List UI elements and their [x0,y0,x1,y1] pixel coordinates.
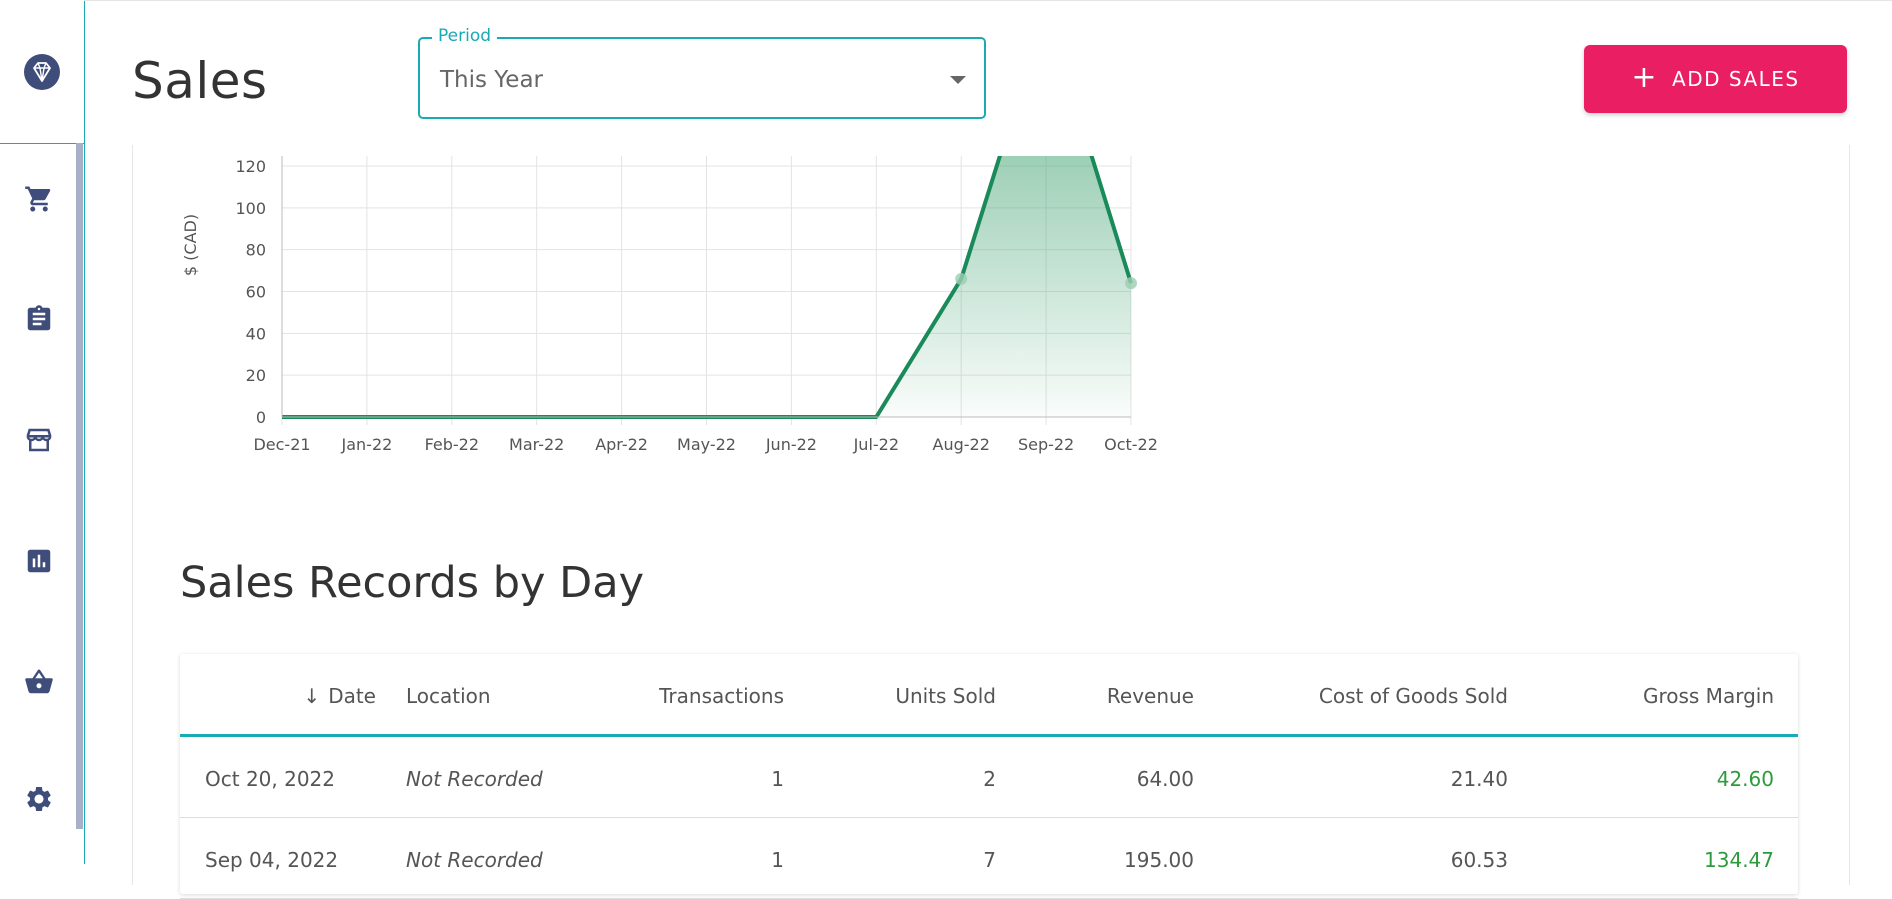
cell-transactions: 1 [771,767,784,791]
add-sales-button[interactable]: + ADD SALES [1584,45,1847,113]
brand-logo[interactable] [0,0,84,144]
cell-transactions: 1 [771,848,784,872]
cell-units-sold: 7 [983,848,996,872]
table-row[interactable]: Oct 20, 2022 Not Recorded 1 2 64.00 21.4… [180,737,1798,818]
x-tick-label: Dec-21 [253,435,310,454]
cell-location: Not Recorded [406,848,543,872]
sidebar-item-reports[interactable] [22,544,56,578]
store-icon [26,428,52,452]
y-tick-label: 40 [246,324,266,343]
plus-icon: + [1631,60,1659,95]
basket-icon [25,669,53,694]
column-gross-margin[interactable]: Gross Margin [1643,684,1774,708]
sidebar-item-basket[interactable] [22,665,56,699]
sidebar-item-settings[interactable] [22,782,56,816]
data-point[interactable] [955,272,968,285]
x-tick-label: May-22 [677,435,736,454]
cell-cogs: 60.53 [1450,848,1508,872]
period-label: Period [432,26,498,46]
sidebar-item-store[interactable] [22,423,56,457]
records-title: Sales Records by Day [180,558,645,608]
arrow-down-icon: ↓ [303,684,321,708]
cell-revenue: 195.00 [1124,848,1194,872]
x-tick-label: Jul-22 [853,435,899,454]
period-select[interactable]: Period This Year [418,26,986,119]
cell-gross-margin: 134.47 [1704,848,1774,872]
x-tick-label: Oct-22 [1104,435,1158,454]
cell-units-sold: 2 [983,767,996,791]
x-tick-label: Apr-22 [595,435,648,454]
chevron-down-icon [950,76,966,84]
cell-date: Sep 04, 2022 [205,848,339,872]
column-units-sold[interactable]: Units Sold [895,684,996,708]
data-point[interactable] [1125,277,1137,290]
column-date[interactable]: ↓ Date [303,684,376,708]
sales-records-table: ↓ Date Location Transactions Units Sold R… [180,654,1798,899]
sidebar-rail [76,143,83,829]
column-location[interactable]: Location [406,684,491,708]
x-tick-label: Mar-22 [509,435,564,454]
x-tick-label: Aug-22 [933,435,990,454]
x-tick-label: Feb-22 [425,435,479,454]
cell-date: Oct 20, 2022 [205,767,335,791]
column-transactions[interactable]: Transactions [659,684,784,708]
y-tick-label: 0 [256,408,266,427]
y-tick-label: 100 [235,199,266,218]
page-title: Sales [132,52,268,110]
gear-icon [27,787,51,811]
column-cogs[interactable]: Cost of Goods Sold [1319,684,1508,708]
table-header: ↓ Date Location Transactions Units Sold R… [180,654,1798,737]
column-revenue[interactable]: Revenue [1107,684,1194,708]
bar-chart-icon [27,549,51,573]
x-tick-label: Jan-22 [341,435,393,454]
sales-chart: 0 20 40 60 80 100 120 Dec-21 Jan-22 Feb-22 Mar-22 A… [181,156,1158,454]
x-tick-label: Jun-22 [765,435,817,454]
y-tick-label: 80 [246,241,266,260]
add-sales-label: ADD SALES [1672,67,1800,91]
cell-cogs: 21.40 [1450,767,1508,791]
y-axis-title: $ (CAD) [181,214,200,276]
diamond-icon [24,53,60,90]
y-tick-label: 20 [246,366,266,385]
clipboard-icon [27,305,51,331]
cell-gross-margin: 42.60 [1716,767,1774,791]
cell-location: Not Recorded [406,767,543,791]
cell-revenue: 64.00 [1136,767,1194,791]
sidebar [0,0,85,864]
y-tick-label: 60 [246,283,266,302]
cart-icon [25,186,51,212]
x-tick-label: Sep-22 [1018,435,1074,454]
top-divider [84,0,1892,1]
table-row[interactable]: Sep 04, 2022 Not Recorded 1 7 195.00 60.… [180,818,1798,899]
sidebar-item-orders[interactable] [22,302,56,336]
y-tick-label: 120 [235,157,266,176]
period-value: This Year [440,67,544,93]
sidebar-item-cart[interactable] [22,182,56,216]
